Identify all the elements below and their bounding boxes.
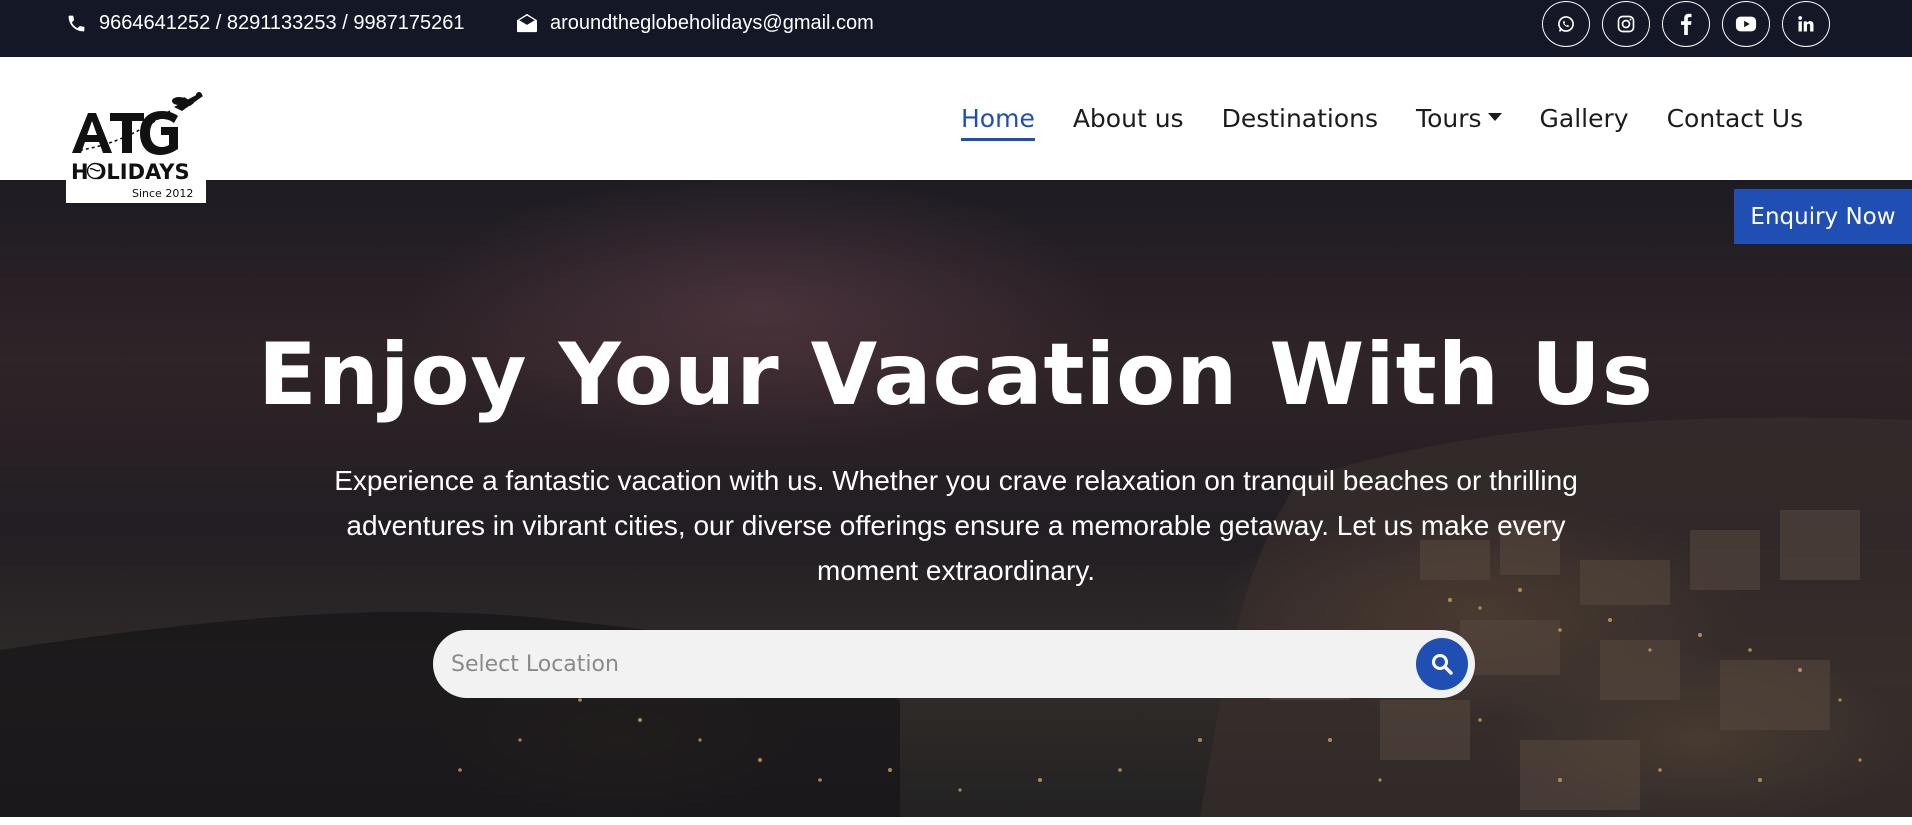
nav-contact-us[interactable]: Contact Us <box>1667 104 1804 133</box>
nav-home[interactable]: Home <box>961 104 1035 141</box>
instagram-link[interactable] <box>1602 1 1650 47</box>
nav-destinations-label: Destinations <box>1221 104 1379 133</box>
enquiry-now-button[interactable]: Enquiry Now <box>1734 189 1912 244</box>
nav-gallery[interactable]: Gallery <box>1540 104 1629 133</box>
nav-tours-label: Tours <box>1416 104 1482 133</box>
logo-since-text: Since 2012 <box>132 187 193 200</box>
main-navbar: HOLIDAYS Since 2012 Home About us Destin… <box>0 57 1912 203</box>
search-icon <box>1432 654 1453 675</box>
linkedin-link[interactable] <box>1782 1 1830 47</box>
envelope-icon <box>517 13 537 33</box>
linkedin-icon <box>1798 16 1814 32</box>
nav-contact-us-label: Contact Us <box>1666 104 1804 133</box>
primary-nav: Home About us Destinations Tours Gallery… <box>961 57 1841 180</box>
hero-banner: Enquiry Now Enjoy Your Vacation With Us … <box>0 180 1912 817</box>
hero-description-line-2: adventures in vibrant cities, our divers… <box>346 510 1566 541</box>
phone-icon <box>68 15 85 31</box>
hero-title: Enjoy Your Vacation With Us <box>258 325 1654 425</box>
location-search-bar <box>433 630 1475 698</box>
logo-graphic: HOLIDAYS Since 2012 <box>71 92 203 200</box>
top-contact-bar: 9664641252 / 8291133253 / 9987175261 aro… <box>0 0 1912 57</box>
hero-description: Experience a fantastic vacation with us.… <box>280 458 1632 593</box>
phone-numbers: 9664641252 / 8291133253 / 9987175261 <box>99 11 465 34</box>
caret-down-icon <box>1487 112 1502 121</box>
whatsapp-link[interactable] <box>1542 1 1590 47</box>
hero-description-line-3: moment extraordinary. <box>816 555 1096 586</box>
phone-contact[interactable]: 9664641252 / 8291133253 / 9987175261 <box>66 0 465 46</box>
nav-about-us[interactable]: About us <box>1073 104 1184 133</box>
site-logo[interactable]: HOLIDAYS Since 2012 <box>66 87 206 203</box>
search-button[interactable] <box>1416 638 1468 690</box>
youtube-link[interactable] <box>1722 1 1770 47</box>
whatsapp-icon <box>1558 16 1574 32</box>
email-address: aroundtheglobeholidays@gmail.com <box>550 11 874 34</box>
social-links <box>1542 1 1830 47</box>
facebook-link[interactable] <box>1662 1 1710 47</box>
nav-gallery-label: Gallery <box>1539 104 1629 133</box>
nav-tours-dropdown[interactable]: Tours <box>1416 104 1502 133</box>
facebook-icon <box>1680 13 1692 35</box>
instagram-icon <box>1617 15 1635 33</box>
email-contact[interactable]: aroundtheglobeholidays@gmail.com <box>516 0 874 46</box>
youtube-icon <box>1735 16 1757 32</box>
hero-description-line-1: Experience a fantastic vacation with us.… <box>334 465 1578 496</box>
nav-home-label: Home <box>961 104 1035 133</box>
location-search-input[interactable] <box>451 630 1391 698</box>
nav-destinations[interactable]: Destinations <box>1222 104 1378 133</box>
nav-about-us-label: About us <box>1072 104 1184 133</box>
